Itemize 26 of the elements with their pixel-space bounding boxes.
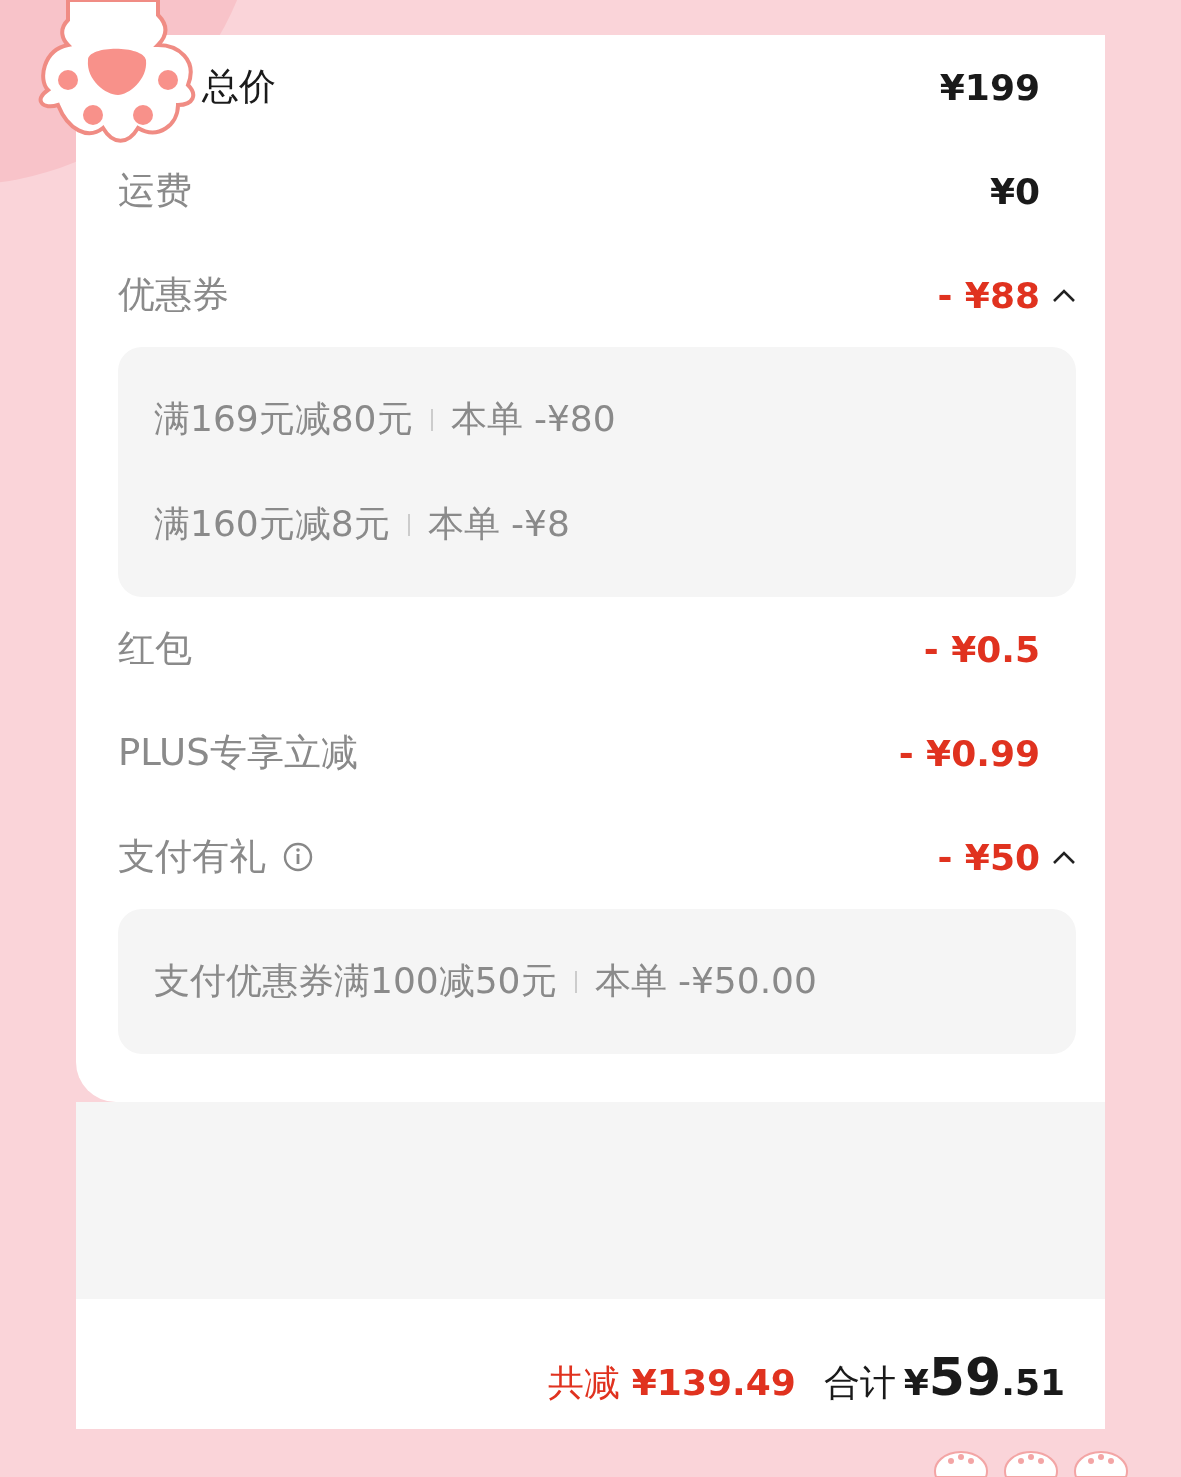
total-decimal: .51 (1001, 1362, 1065, 1403)
coupon-condition: 满169元减80元 (154, 397, 413, 441)
coupon-deduction: 本单 -¥8 (427, 502, 570, 546)
chevron-up-icon[interactable] (1052, 287, 1076, 303)
row-amount: - ¥0.5 (923, 628, 1040, 670)
info-icon[interactable] (282, 841, 314, 873)
row-amount: ¥0 (989, 170, 1040, 212)
row-label: 运费 (118, 168, 192, 214)
total-currency: ¥ (903, 1362, 929, 1403)
coupon-deduction: 本单 -¥50.00 (594, 959, 817, 1003)
row-label: PLUS专享立减 (118, 730, 358, 776)
row-label: 总价 (202, 64, 276, 110)
coupon-condition: 满160元减8元 (154, 502, 390, 546)
row-label: 优惠券 (118, 272, 229, 318)
coupon-deduction: 本单 -¥80 (450, 397, 616, 441)
row-label: 支付有礼 (118, 834, 266, 880)
total-savings: 共减 ¥139.49 (548, 1361, 796, 1405)
row-amount: - ¥88 (937, 274, 1040, 316)
row-amount: ¥199 (939, 66, 1040, 108)
row-amount: - ¥0.99 (898, 732, 1040, 774)
total-label: 合计 (823, 1361, 896, 1405)
coupon-condition: 支付优惠券满100减50元 (154, 959, 557, 1003)
row-label: 红包 (118, 626, 192, 672)
chevron-up-icon[interactable] (1052, 849, 1076, 865)
row-amount: - ¥50 (937, 836, 1040, 878)
total-integer: 59 (928, 1347, 1002, 1407)
